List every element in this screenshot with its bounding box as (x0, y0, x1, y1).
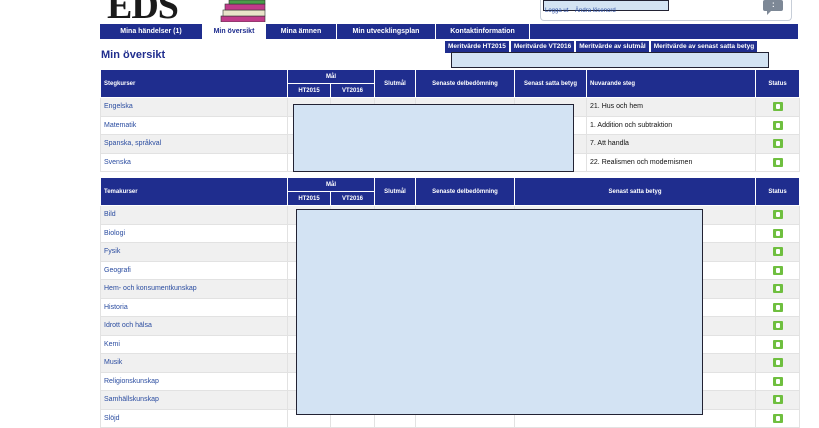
header-slutmal: Slutmål (374, 69, 417, 98)
message-icon[interactable]: : (763, 0, 783, 15)
header-senaste-delbedomning: Senaste delbedömning (415, 177, 516, 206)
course-link[interactable]: Hem- och konsumentkunskap (100, 279, 288, 299)
course-link[interactable]: Kemi (100, 334, 288, 354)
course-link-engelska[interactable]: Engelska (100, 97, 288, 117)
thumbs-up-icon (772, 120, 783, 130)
logo-text: EDS (107, 0, 179, 22)
course-link[interactable]: Religionskunskap (100, 371, 288, 391)
thumbs-up-icon (772, 284, 783, 294)
thumbs-up-icon (772, 102, 783, 112)
header-status: Status (755, 177, 801, 206)
course-link[interactable]: Biologi (100, 223, 288, 243)
current-step: 22. Realismen och modernismen (586, 152, 757, 172)
redacted-merit-values (451, 52, 769, 68)
tab-mina-handelser[interactable]: Mina händelser (1) (100, 24, 203, 39)
thumbs-up-icon (772, 157, 783, 167)
course-link[interactable]: Historia (100, 297, 288, 317)
thumbs-up-icon (772, 265, 783, 275)
course-link[interactable]: Musik (100, 353, 288, 373)
header-status: Status (755, 69, 801, 98)
books-icon (220, 0, 266, 22)
change-password-link[interactable]: Ändra lösenord (575, 8, 616, 14)
redacted-tema-grades (296, 209, 703, 415)
thumbs-up-icon (772, 321, 783, 331)
course-link[interactable]: Geografi (100, 260, 288, 280)
tab-min-utvecklingsplan[interactable]: Min utvecklingsplan (337, 24, 436, 39)
course-link-svenska[interactable]: Svenska (100, 152, 288, 172)
thumbs-up-icon (772, 339, 783, 349)
header-vt2016: VT2016 (329, 83, 376, 98)
redacted-steg-grades (293, 104, 574, 172)
course-link-matematik[interactable]: Matematik (100, 115, 288, 135)
current-step: 7. Att handla (586, 134, 757, 154)
logout-link[interactable]: Logga ut (545, 8, 568, 14)
thumbs-up-icon (772, 395, 783, 405)
header-ht2015: HT2015 (287, 83, 331, 98)
header-stegkurser: Stegkurser (100, 69, 288, 98)
current-step: 1. Addition och subtraktion (586, 115, 757, 135)
header-temakurser: Temakurser (100, 177, 288, 206)
thumbs-up-icon (772, 210, 783, 220)
course-link-spanska[interactable]: Spanska, språkval (100, 134, 288, 154)
eds-logo: EDS (105, 0, 275, 22)
course-link[interactable]: Samhällskunskap (100, 390, 288, 410)
thumbs-up-icon (772, 139, 783, 149)
tab-kontaktinformation[interactable]: Kontaktinformation (436, 24, 530, 39)
tab-min-oversikt[interactable]: Min översikt (203, 24, 266, 39)
thumbs-up-icon (772, 302, 783, 312)
header-mal: Mål (286, 177, 376, 192)
main-nav: Mina händelser (1) Min översikt Mina ämn… (100, 24, 798, 39)
thumbs-up-icon (772, 247, 783, 257)
header-senast-betyg: Senast satta betyg (514, 177, 757, 206)
login-box: Logga ut Ändra lösenord : (540, 0, 792, 21)
header-senast-betyg: Senast satta betyg (514, 69, 588, 98)
thumbs-up-icon (772, 413, 783, 423)
header-vt2016: VT2016 (329, 191, 376, 206)
thumbs-up-icon (772, 358, 783, 368)
header-slutmal: Slutmål (374, 177, 417, 206)
page-title: Min översikt (101, 49, 166, 61)
course-link[interactable]: Bild (100, 205, 288, 225)
thumbs-up-icon (772, 376, 783, 386)
thumbs-up-icon (772, 228, 783, 238)
header-nuvarande-steg: Nuvarande steg (586, 69, 757, 98)
tab-mina-amnen[interactable]: Mina ämnen (266, 24, 337, 39)
header-mal: Mål (286, 69, 376, 84)
course-link[interactable]: Fysik (100, 242, 288, 262)
course-link[interactable]: Idrott och hälsa (100, 316, 288, 336)
course-link[interactable]: Slöjd (100, 408, 288, 428)
current-step: 21. Hus och hem (586, 97, 757, 117)
header-senaste-delbedomning: Senaste delbedömning (415, 69, 516, 98)
header-ht2015: HT2015 (287, 191, 331, 206)
